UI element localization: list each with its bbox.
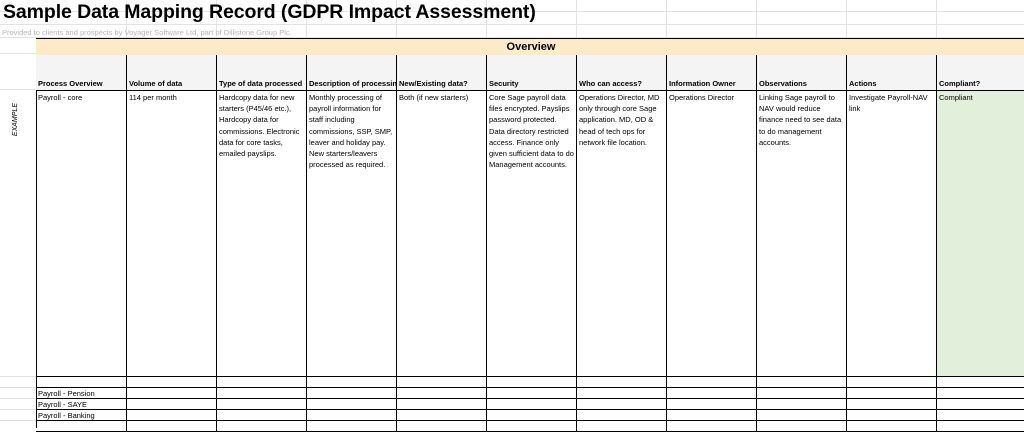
cell-process[interactable]: Payroll - core (36, 91, 127, 377)
table-row[interactable]: Payroll - SAYE (36, 399, 1024, 410)
col-header-process[interactable]: Process Overview (36, 55, 127, 91)
cell-compliant[interactable]: Compliant (937, 91, 1024, 377)
example-row-tag: EXAMPLE (12, 103, 19, 137)
page-title: Sample Data Mapping Record (GDPR Impact … (3, 1, 536, 23)
row-process-cell[interactable]: Payroll - Pension (36, 388, 127, 399)
table-row[interactable] (36, 377, 1024, 388)
mapping-table: Overview Process Overview Volume of data… (36, 38, 1024, 432)
row-process-cell[interactable] (36, 377, 127, 388)
cell-owner[interactable]: Operations Director (667, 91, 757, 377)
page-subtitle: Provided to clients and prospects by Voy… (2, 28, 292, 37)
overview-label: Overview (506, 41, 556, 53)
cell-volume[interactable]: 114 per month (127, 91, 217, 377)
cell-description[interactable]: Monthly processing of payroll informatio… (307, 91, 397, 377)
col-header-security[interactable]: Security (487, 55, 577, 91)
row-process-cell[interactable]: Payroll - SAYE (36, 399, 127, 410)
col-header-new-existing[interactable]: New/Existing data? (397, 55, 487, 91)
col-header-observations[interactable]: Observations (757, 55, 847, 91)
cell-observations[interactable]: Linking Sage payroll to NAV would reduce… (757, 91, 847, 377)
table-row[interactable]: Payroll - Pension (36, 388, 1024, 399)
cell-security[interactable]: Core Sage payroll data files encrypted. … (487, 91, 577, 377)
col-header-type[interactable]: Type of data processed (217, 55, 307, 91)
col-header-volume[interactable]: Volume of data (127, 55, 217, 91)
row-process-cell[interactable]: Payroll - Banking (36, 410, 127, 421)
col-header-access[interactable]: Who can access? (577, 55, 667, 91)
row-process-cell[interactable] (36, 421, 127, 432)
table-row[interactable] (36, 421, 1024, 432)
col-header-compliant[interactable]: Compliant? (937, 55, 1024, 91)
col-header-description[interactable]: Description of processing (307, 55, 402, 91)
col-header-owner[interactable]: Information Owner (667, 55, 757, 91)
cell-actions[interactable]: Investigate Payroll-NAV link (847, 91, 937, 377)
col-header-actions[interactable]: Actions (847, 55, 937, 91)
cell-access[interactable]: Operations Director, MD only through cor… (577, 91, 667, 377)
table-row[interactable]: Payroll - Banking (36, 410, 1024, 421)
cell-type[interactable]: Hardcopy data for new starters (P45/46 e… (217, 91, 307, 377)
cell-new-existing[interactable]: Both (if new starters) (397, 91, 487, 377)
